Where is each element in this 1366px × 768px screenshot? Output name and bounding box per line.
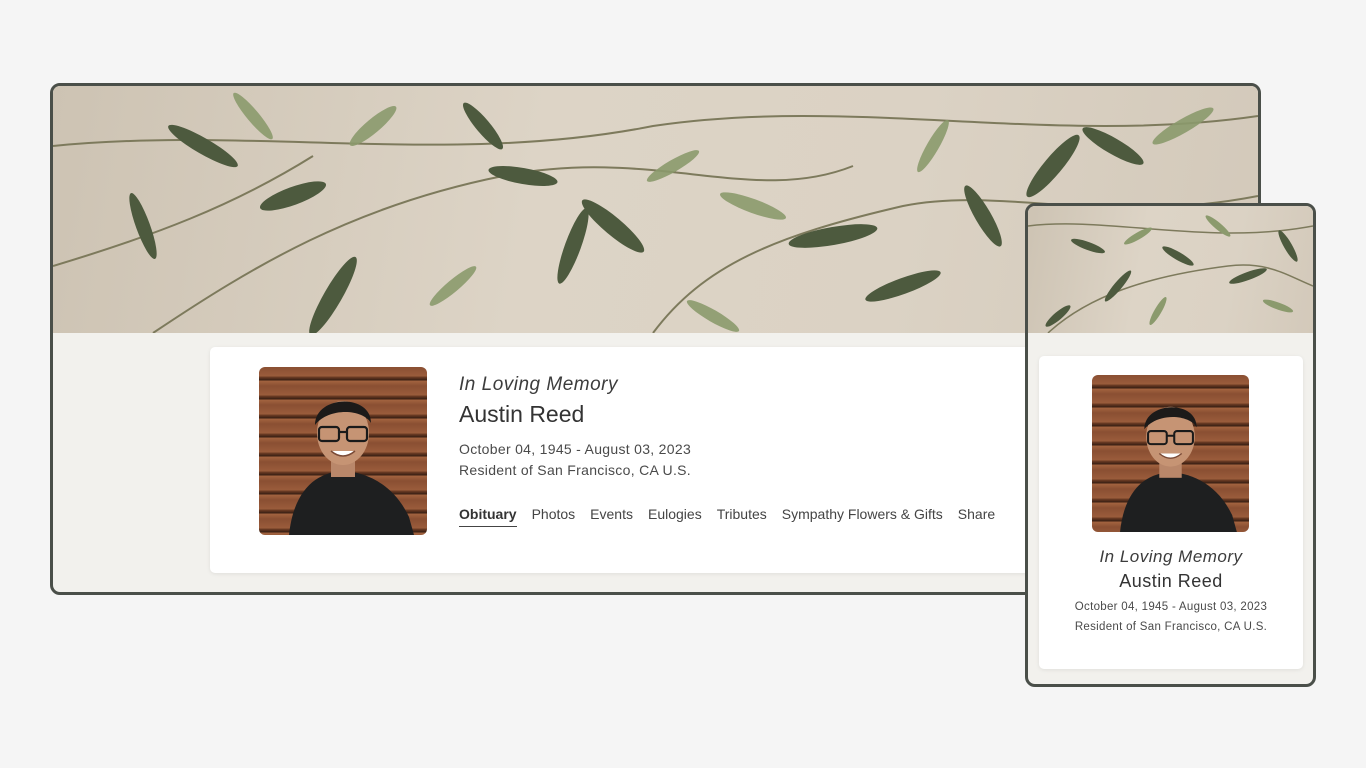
life-dates-mobile: October 04, 1945 - August 03, 2023 xyxy=(1074,601,1268,613)
residence: Resident of San Francisco, CA U.S. xyxy=(459,462,691,478)
tab-obituary[interactable]: Obituary xyxy=(459,505,517,527)
tab-tributes[interactable]: Tributes xyxy=(717,505,767,527)
portrait-photo-mobile xyxy=(1092,375,1249,532)
mobile-mockup: In Loving Memory Austin Reed October 04,… xyxy=(1025,203,1316,687)
tab-eulogies[interactable]: Eulogies xyxy=(648,505,702,527)
olive-branch-banner-mobile xyxy=(1028,206,1313,333)
memory-heading: In Loving Memory xyxy=(459,374,619,395)
deceased-name: Austin Reed xyxy=(459,401,585,427)
memorial-card: In Loving Memory Austin Reed October 04,… xyxy=(210,347,1090,573)
residence-mobile: Resident of San Francisco, CA U.S. xyxy=(1074,621,1268,633)
portrait-photo xyxy=(259,367,427,535)
memorial-info: In Loving Memory Austin Reed October 04,… xyxy=(459,373,1079,527)
tab-photos[interactable]: Photos xyxy=(532,505,576,527)
memorial-tabs: Obituary Photos Events Eulogies Tributes… xyxy=(459,505,1079,527)
tab-sympathy-flowers-gifts[interactable]: Sympathy Flowers & Gifts xyxy=(782,505,943,527)
memorial-card-mobile: In Loving Memory Austin Reed October 04,… xyxy=(1039,356,1303,669)
memory-heading-mobile: In Loving Memory xyxy=(1099,547,1243,566)
tab-events[interactable]: Events xyxy=(590,505,633,527)
tab-share[interactable]: Share xyxy=(958,505,995,527)
person-photo xyxy=(289,401,414,535)
memorial-info-mobile: In Loving Memory Austin Reed October 04,… xyxy=(1039,546,1303,637)
life-dates: October 04, 1945 - August 03, 2023 xyxy=(459,441,692,457)
deceased-name-mobile: Austin Reed xyxy=(1119,571,1223,591)
person-photo xyxy=(1120,406,1237,532)
olive-branch-image xyxy=(1028,215,1313,333)
